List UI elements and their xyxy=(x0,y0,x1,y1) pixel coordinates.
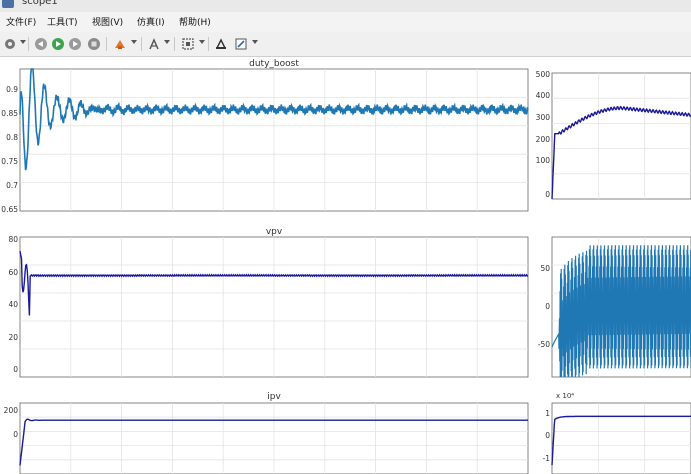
menu-file[interactable]: 文件(F) xyxy=(6,15,36,28)
settings-dropdown-icon[interactable] xyxy=(20,40,26,44)
right-mid-ytick: 0 xyxy=(545,302,550,311)
duty-ytick: 0.7 xyxy=(6,181,18,190)
highlight-icon[interactable] xyxy=(112,36,128,52)
right-top-ytick: 400 xyxy=(535,91,550,100)
zoom-fit-icon[interactable] xyxy=(180,36,196,52)
duty-ytick: 0.65 xyxy=(1,205,18,214)
menu-view[interactable]: 视图(V) xyxy=(92,15,123,28)
toolbar xyxy=(0,32,691,57)
vpv-ytick: 20 xyxy=(8,333,18,342)
settings-icon[interactable] xyxy=(2,36,18,52)
right-top-ytick: 200 xyxy=(535,135,550,144)
right-bot-ytick: -1 xyxy=(542,454,550,463)
right-top-axes xyxy=(551,72,691,200)
style-dropdown-icon[interactable] xyxy=(252,40,258,44)
window-title: scope1 xyxy=(22,0,58,7)
toolbar-separator xyxy=(174,37,175,51)
plot-title-duty-boost: duty_boost xyxy=(249,59,299,69)
window-titlebar: scope1 xyxy=(0,0,691,12)
right-top-ytick: 0 xyxy=(545,190,550,199)
right-bot-exponent: x 10⁴ xyxy=(556,392,575,400)
vpv-ytick: 60 xyxy=(8,268,18,277)
toolbar-separator xyxy=(208,37,209,51)
plot-title-ipv: ipv xyxy=(267,392,281,402)
style-icon[interactable] xyxy=(233,36,249,52)
toolbar-separator xyxy=(28,37,29,51)
right-mid-ytick: 50 xyxy=(540,264,550,273)
toolbar-separator xyxy=(106,37,107,51)
step-forward-icon[interactable] xyxy=(67,36,83,52)
right-top-ytick: 300 xyxy=(535,113,550,122)
toolbar-separator xyxy=(141,37,142,51)
menu-help[interactable]: 帮助(H) xyxy=(179,15,211,28)
right-top-ytick: 100 xyxy=(535,156,550,165)
plot-title-vpv: vpv xyxy=(265,227,283,237)
right-bot-ytick: 0 xyxy=(545,431,550,440)
vpv-ytick: 80 xyxy=(8,235,18,244)
step-back-icon[interactable] xyxy=(33,36,49,52)
duty-ytick: 0.9 xyxy=(6,85,18,94)
menu-simulation[interactable]: 仿真(I) xyxy=(137,15,165,28)
menu-bar: 文件(F) 工具(T) 视图(V) 仿真(I) 帮助(H) xyxy=(0,12,691,33)
run-icon[interactable] xyxy=(50,36,66,52)
right-top-ytick: 500 xyxy=(535,70,550,79)
duty-ytick: 0.85 xyxy=(1,109,18,118)
zoom-dropdown-icon[interactable] xyxy=(199,40,205,44)
duty-ytick: 0.8 xyxy=(6,133,18,142)
ipv-ytick: 200 xyxy=(3,406,18,415)
signal-dropdown-icon[interactable] xyxy=(164,40,170,44)
right-bot-axes xyxy=(551,402,691,474)
stop-icon[interactable] xyxy=(86,36,102,52)
highlight-dropdown-icon[interactable] xyxy=(131,40,137,44)
vpv-ytick: 40 xyxy=(8,300,18,309)
scope-plots-svg xyxy=(19,68,691,474)
autoscale-icon[interactable] xyxy=(213,36,229,52)
right-bot-ytick: 1 xyxy=(545,409,550,418)
duty-ytick: 0.75 xyxy=(1,157,18,166)
matlab-logo-icon xyxy=(2,0,14,8)
signal-icon[interactable] xyxy=(146,36,162,52)
right-mid-ytick: -50 xyxy=(537,340,550,349)
scope-plot-area: duty_boost vpv ipv 0.9 0.85 0.8 0.75 0.7… xyxy=(0,57,691,474)
vpv-ytick: 0 xyxy=(13,365,18,374)
menu-tools[interactable]: 工具(T) xyxy=(47,15,78,28)
ipv-ytick: 0 xyxy=(13,430,18,439)
